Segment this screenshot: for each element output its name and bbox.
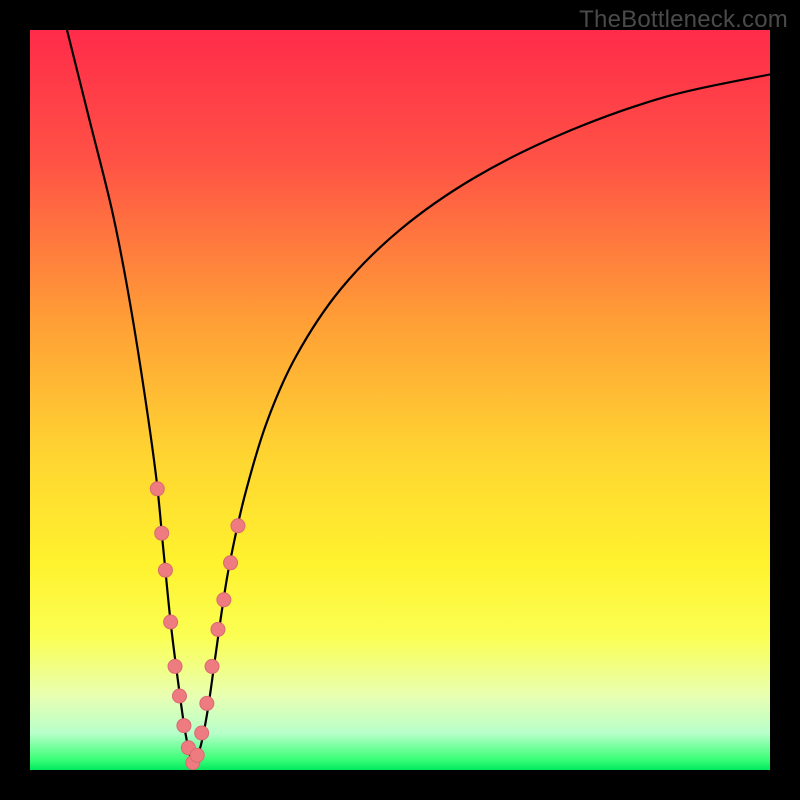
curve-path bbox=[67, 30, 770, 763]
curve-marker bbox=[155, 526, 169, 540]
chart-frame: TheBottleneck.com bbox=[0, 0, 800, 800]
curve-marker bbox=[205, 659, 219, 673]
curve-marker bbox=[168, 659, 182, 673]
bottleneck-curve bbox=[30, 30, 770, 770]
curve-marker bbox=[177, 719, 191, 733]
curve-marker bbox=[217, 593, 231, 607]
curve-marker bbox=[190, 748, 204, 762]
curve-marker bbox=[158, 563, 172, 577]
curve-marker bbox=[211, 622, 225, 636]
curve-marker bbox=[200, 696, 214, 710]
curve-marker bbox=[224, 556, 238, 570]
curve-marker bbox=[172, 689, 186, 703]
watermark-text: TheBottleneck.com bbox=[579, 6, 788, 34]
plot-area bbox=[30, 30, 770, 770]
marker-group bbox=[150, 482, 245, 770]
curve-marker bbox=[195, 726, 209, 740]
curve-marker bbox=[231, 519, 245, 533]
curve-marker bbox=[150, 482, 164, 496]
curve-marker bbox=[164, 615, 178, 629]
